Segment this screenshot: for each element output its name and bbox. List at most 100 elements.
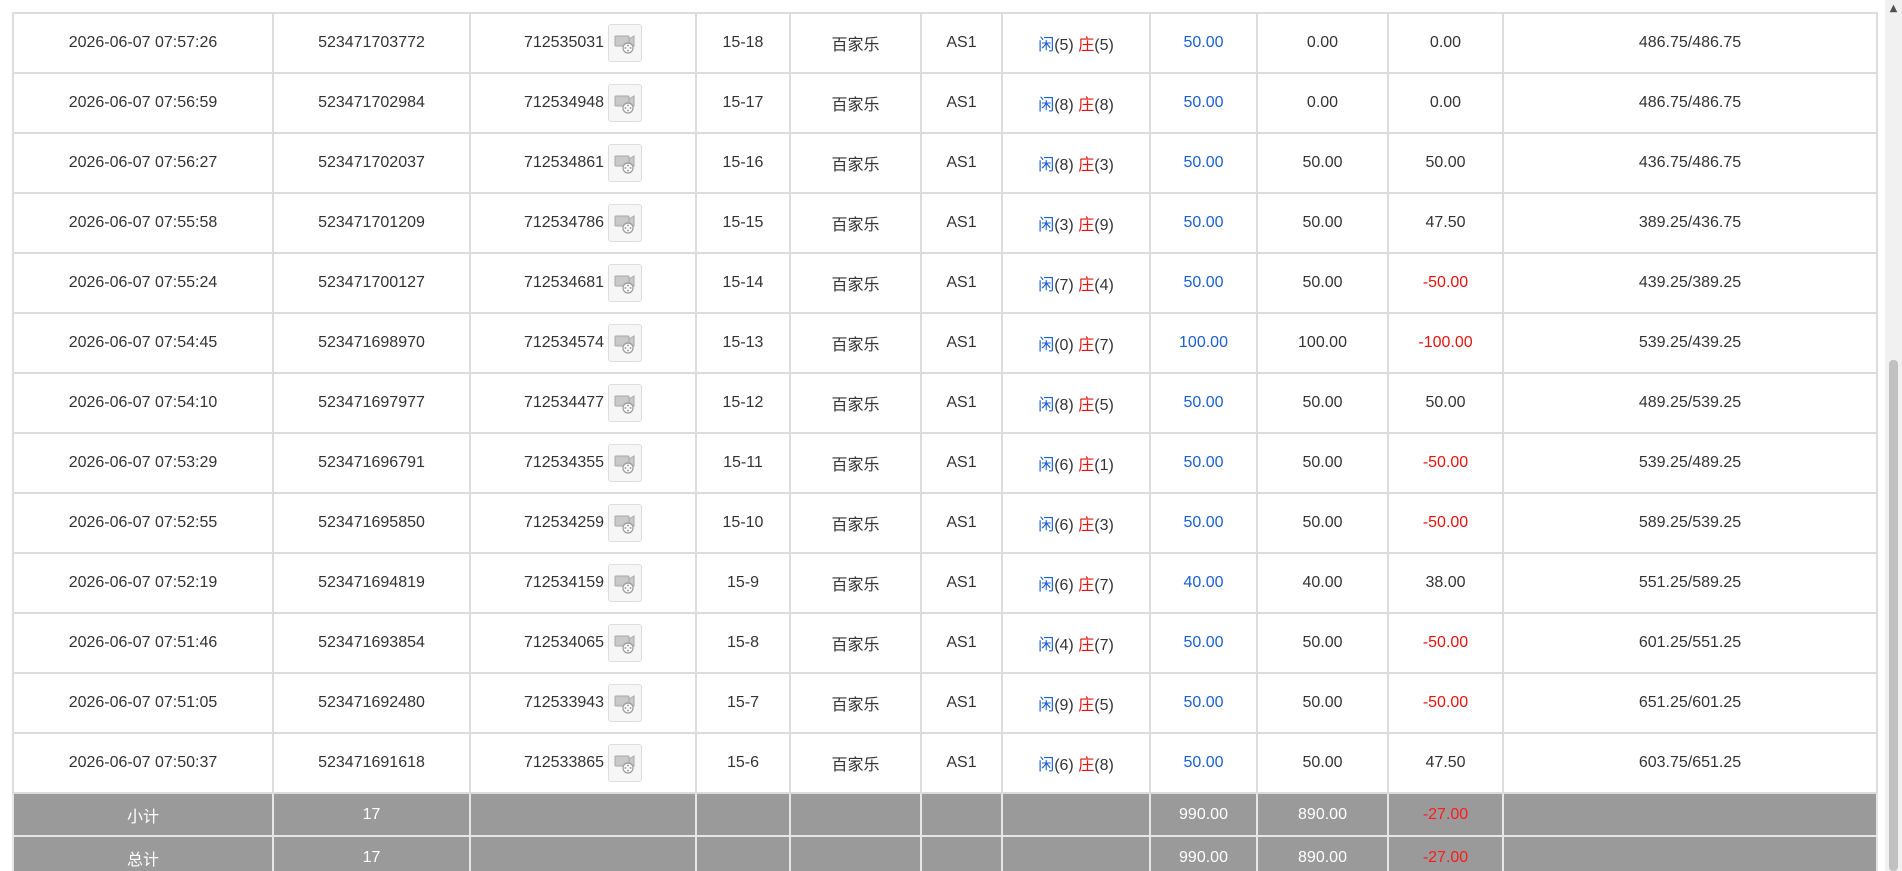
subtotal-empty-cell: [789, 792, 922, 837]
player-score: (5): [1054, 37, 1074, 54]
replay-button[interactable]: [608, 744, 643, 782]
bet-time: 2026-06-07 07:54:10: [12, 372, 274, 434]
vertical-scrollbar[interactable]: ▲: [1885, 0, 1902, 871]
player-score: (6): [1054, 517, 1074, 534]
game-name: 百家乐: [789, 372, 922, 434]
result-cell: 闲(6) 庄(7): [1001, 552, 1151, 614]
bet-time: 2026-06-07 07:55:24: [12, 252, 274, 314]
table-row: 2026-06-07 07:57:26 523471703772 712535031…: [12, 12, 1878, 74]
subtotal-empty-cell: [469, 792, 697, 837]
replay-button[interactable]: [608, 24, 643, 62]
result-cell: 闲(7) 庄(4): [1001, 252, 1151, 314]
round-id-cell: 712533943: [469, 672, 697, 734]
win-loss-amount: 38.00: [1387, 552, 1504, 614]
round-id-cell: 712534355: [469, 432, 697, 494]
bet-id: 523471703772: [272, 12, 471, 74]
valid-bet-amount: 50.00: [1256, 612, 1389, 674]
replay-button[interactable]: [608, 324, 643, 362]
win-loss-amount: 0.00: [1387, 72, 1504, 134]
valid-bet-amount: 0.00: [1256, 72, 1389, 134]
banker-label: 庄: [1078, 337, 1095, 354]
banker-label: 庄: [1078, 217, 1095, 234]
subtotal-empty-cell: [695, 792, 791, 837]
valid-bet-amount: 50.00: [1256, 132, 1389, 194]
bet-id: 523471696791: [272, 432, 471, 494]
win-loss-amount: -50.00: [1387, 432, 1504, 494]
video-replay-icon: [614, 95, 635, 114]
bet-time: 2026-06-07 07:55:58: [12, 192, 274, 254]
round-id-cell: 712534948: [469, 72, 697, 134]
scroll-up-arrow-icon[interactable]: ▲: [1885, 0, 1902, 17]
banker-score: (8): [1094, 757, 1114, 774]
banker-label: 庄: [1078, 157, 1095, 174]
replay-button[interactable]: [608, 144, 643, 182]
game-name: 百家乐: [789, 12, 922, 74]
win-loss-amount: 47.50: [1387, 192, 1504, 254]
replay-button[interactable]: [608, 204, 643, 242]
game-name: 百家乐: [789, 72, 922, 134]
replay-button[interactable]: [608, 444, 643, 482]
game-name: 百家乐: [789, 252, 922, 314]
banker-score: (5): [1094, 397, 1114, 414]
bet-time: 2026-06-07 07:50:37: [12, 732, 274, 794]
player-label: 闲: [1038, 517, 1055, 534]
result-cell: 闲(4) 庄(7): [1001, 612, 1151, 674]
table-code: AS1: [920, 312, 1003, 374]
shoe-number: 15-10: [695, 492, 791, 554]
valid-bet-amount: 50.00: [1256, 672, 1389, 734]
player-score: (3): [1054, 217, 1074, 234]
shoe-number: 15-15: [695, 192, 791, 254]
table-code: AS1: [920, 12, 1003, 74]
bet-amount: 50.00: [1149, 252, 1258, 314]
replay-button[interactable]: [608, 564, 643, 602]
round-id: 712534948: [523, 94, 605, 111]
result-cell: 闲(8) 庄(8): [1001, 72, 1151, 134]
win-loss-amount: 0.00: [1387, 12, 1504, 74]
player-label: 闲: [1038, 577, 1055, 594]
bet-amount: 100.00: [1149, 312, 1258, 374]
bet-time: 2026-06-07 07:56:27: [12, 132, 274, 194]
valid-bet-amount: 50.00: [1256, 492, 1389, 554]
bet-time: 2026-06-07 07:57:26: [12, 12, 274, 74]
subtotal-label: 小计: [12, 792, 274, 837]
bet-history-rows: 2026-06-07 07:57:26 523471703772 712535031…: [12, 12, 1878, 794]
valid-bet-amount: 0.00: [1256, 12, 1389, 74]
replay-button[interactable]: [608, 684, 643, 722]
result-cell: 闲(9) 庄(5): [1001, 672, 1151, 734]
total-empty-cell: [789, 835, 922, 871]
player-label: 闲: [1038, 37, 1055, 54]
bet-amount: 50.00: [1149, 372, 1258, 434]
video-replay-icon: [614, 155, 635, 174]
replay-button[interactable]: [608, 84, 643, 122]
total-win-loss: -27.00: [1387, 835, 1504, 871]
player-score: (6): [1054, 577, 1074, 594]
result-cell: 闲(3) 庄(9): [1001, 192, 1151, 254]
video-replay-icon: [614, 335, 635, 354]
total-row: 总计 17 990.00 890.00 -27.00: [12, 835, 1878, 871]
banker-score: (5): [1094, 697, 1114, 714]
player-score: (9): [1054, 697, 1074, 714]
banker-label: 庄: [1078, 277, 1095, 294]
replay-button[interactable]: [608, 504, 643, 542]
bet-time: 2026-06-07 07:52:19: [12, 552, 274, 614]
bet-amount: 50.00: [1149, 132, 1258, 194]
shoe-number: 15-13: [695, 312, 791, 374]
replay-button[interactable]: [608, 384, 643, 422]
bet-time: 2026-06-07 07:51:46: [12, 612, 274, 674]
shoe-number: 15-16: [695, 132, 791, 194]
bet-time: 2026-06-07 07:54:45: [12, 312, 274, 374]
scrollbar-thumb[interactable]: [1889, 360, 1898, 871]
video-replay-icon: [614, 755, 635, 774]
balance-before-after: 436.75/486.75: [1502, 132, 1878, 194]
win-loss-amount: 50.00: [1387, 372, 1504, 434]
video-replay-icon: [614, 455, 635, 474]
balance-before-after: 589.25/539.25: [1502, 492, 1878, 554]
win-loss-amount: -50.00: [1387, 672, 1504, 734]
replay-button[interactable]: [608, 264, 643, 302]
round-id-cell: 712533865: [469, 732, 697, 794]
player-score: (8): [1054, 157, 1074, 174]
replay-button[interactable]: [608, 624, 643, 662]
player-label: 闲: [1038, 697, 1055, 714]
valid-bet-amount: 50.00: [1256, 252, 1389, 314]
total-bet: 990.00: [1149, 835, 1258, 871]
